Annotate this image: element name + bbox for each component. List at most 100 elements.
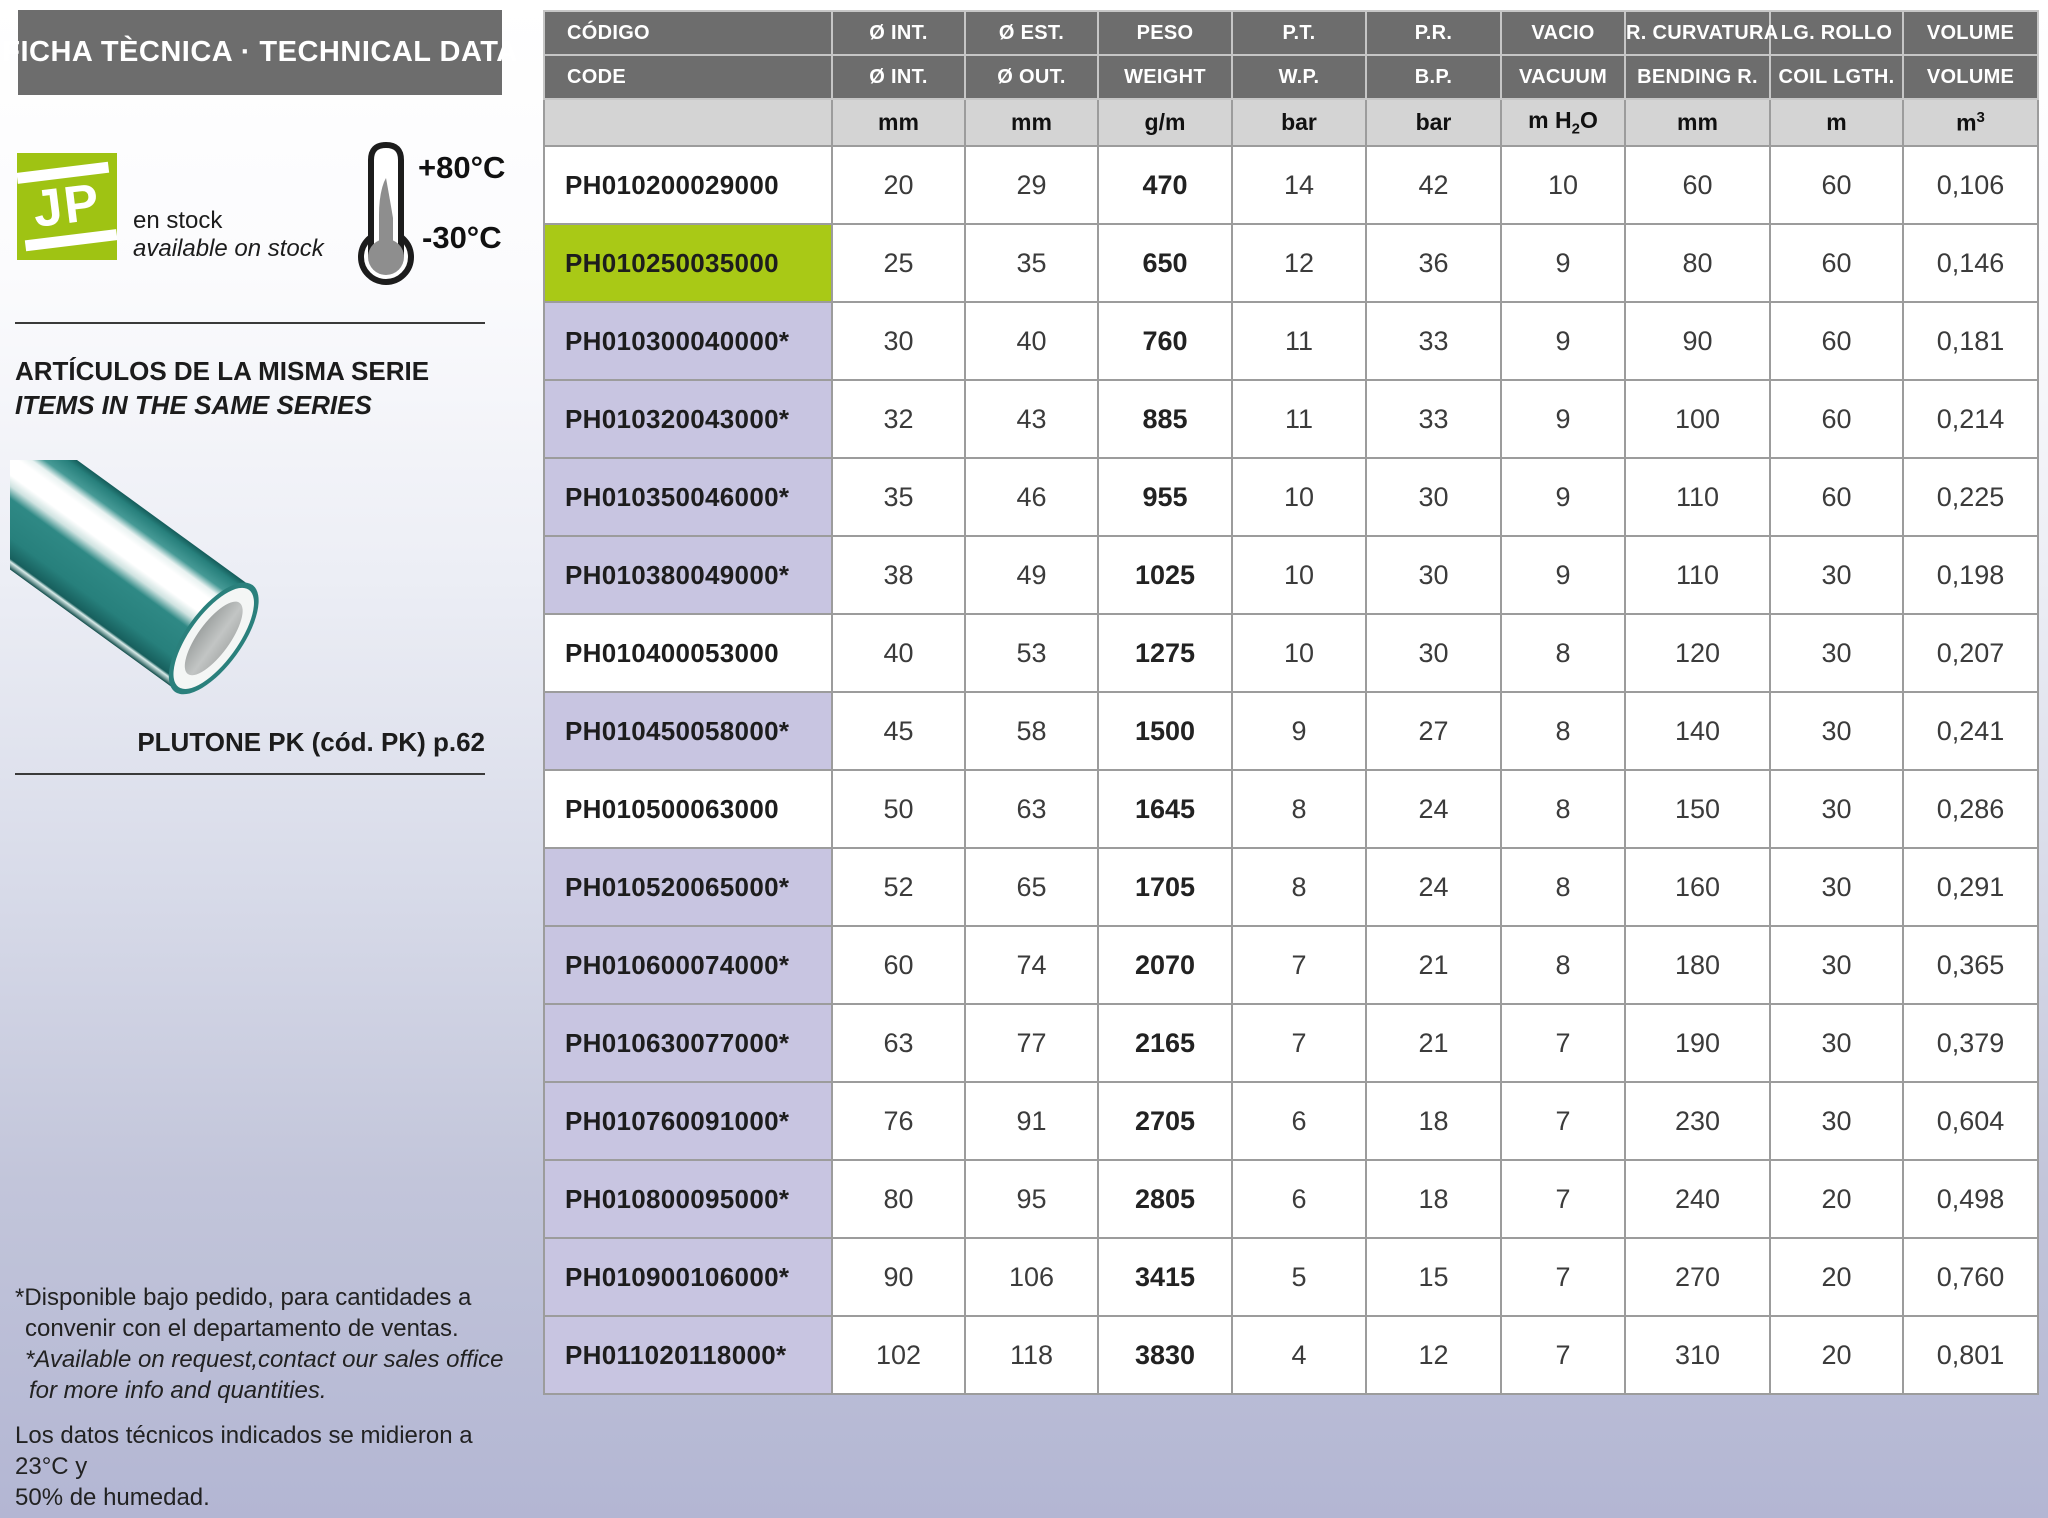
- header-cell: R. CURVATURA: [1625, 11, 1770, 55]
- value-cell: 38: [832, 536, 965, 614]
- value-cell: 60: [1770, 302, 1903, 380]
- value-cell: 30: [1366, 458, 1501, 536]
- temp-min-label: -30°C: [422, 220, 502, 256]
- header-cell: Ø OUT.: [965, 55, 1098, 99]
- header-cell: B.P.: [1366, 55, 1501, 99]
- value-cell: 53: [965, 614, 1098, 692]
- value-cell: 106: [965, 1238, 1098, 1316]
- value-cell: 6: [1232, 1082, 1366, 1160]
- table-row: PH010500063000506316458248150300,286: [544, 770, 2038, 848]
- units-row: mmmmg/mbarbarm H2Ommmm3: [544, 99, 2038, 146]
- value-cell: 7: [1232, 1004, 1366, 1082]
- table-row: PH010800095000*809528056187240200,498: [544, 1160, 2038, 1238]
- value-cell: 760: [1098, 302, 1232, 380]
- value-cell: 58: [965, 692, 1098, 770]
- units-cell: m H2O: [1501, 99, 1625, 146]
- value-cell: 0,106: [1903, 146, 2038, 224]
- units-cell: [544, 99, 832, 146]
- footnote-gap: [15, 1406, 515, 1420]
- value-cell: 90: [1625, 302, 1770, 380]
- footnote-request-es-line2: convenir con el departamento de ventas.: [15, 1313, 515, 1344]
- value-cell: 27: [1366, 692, 1501, 770]
- value-cell: 18: [1366, 1082, 1501, 1160]
- stock-availability-text: en stock available on stock: [133, 207, 324, 263]
- code-cell: PH010450058000*: [544, 692, 832, 770]
- divider-top: [15, 322, 485, 324]
- value-cell: 8: [1501, 848, 1625, 926]
- header-cell: VACUUM: [1501, 55, 1625, 99]
- header-cell: Ø EST.: [965, 11, 1098, 55]
- value-cell: 5: [1232, 1238, 1366, 1316]
- value-cell: 230: [1625, 1082, 1770, 1160]
- value-cell: 43: [965, 380, 1098, 458]
- value-cell: 42: [1366, 146, 1501, 224]
- units-cell: mm: [965, 99, 1098, 146]
- value-cell: 30: [1770, 770, 1903, 848]
- value-cell: 7: [1501, 1082, 1625, 1160]
- value-cell: 0,146: [1903, 224, 2038, 302]
- value-cell: 0,181: [1903, 302, 2038, 380]
- value-cell: 60: [1625, 146, 1770, 224]
- value-cell: 0,365: [1903, 926, 2038, 1004]
- value-cell: 30: [1770, 1082, 1903, 1160]
- value-cell: 9: [1501, 380, 1625, 458]
- value-cell: 0,207: [1903, 614, 2038, 692]
- value-cell: 24: [1366, 770, 1501, 848]
- value-cell: 8: [1501, 614, 1625, 692]
- value-cell: 49: [965, 536, 1098, 614]
- header-cell: Ø INT.: [832, 11, 965, 55]
- logo-letters: JP: [31, 179, 104, 235]
- jp-logo-inner: JP: [17, 153, 117, 260]
- data-table: CÓDIGOØ INT.Ø EST.PESOP.T.P.R.VACIOR. CU…: [543, 10, 2039, 1395]
- header-cell: Ø INT.: [832, 55, 965, 99]
- value-cell: 240: [1625, 1160, 1770, 1238]
- units-cell: mm: [832, 99, 965, 146]
- value-cell: 9: [1501, 302, 1625, 380]
- header-cell: BENDING R.: [1625, 55, 1770, 99]
- datasheet-page: FICHA TÈCNICA · TECHNICAL DATA JP en sto…: [0, 0, 2048, 1518]
- value-cell: 35: [832, 458, 965, 536]
- value-cell: 9: [1501, 224, 1625, 302]
- value-cell: 190: [1625, 1004, 1770, 1082]
- value-cell: 40: [965, 302, 1098, 380]
- value-cell: 25: [832, 224, 965, 302]
- value-cell: 0,498: [1903, 1160, 2038, 1238]
- value-cell: 80: [1625, 224, 1770, 302]
- value-cell: 80: [832, 1160, 965, 1238]
- value-cell: 30: [1770, 614, 1903, 692]
- value-cell: 8: [1232, 770, 1366, 848]
- value-cell: 4: [1232, 1316, 1366, 1394]
- stock-text-en: available on stock: [133, 235, 324, 263]
- value-cell: 63: [965, 770, 1098, 848]
- value-cell: 14: [1232, 146, 1366, 224]
- table-row: PH010630077000*637721657217190300,379: [544, 1004, 2038, 1082]
- value-cell: 1645: [1098, 770, 1232, 848]
- units-cell: g/m: [1098, 99, 1232, 146]
- value-cell: 29: [965, 146, 1098, 224]
- value-cell: 2805: [1098, 1160, 1232, 1238]
- value-cell: 0,225: [1903, 458, 2038, 536]
- value-cell: 33: [1366, 302, 1501, 380]
- table-row: PH010200029000202947014421060600,106: [544, 146, 2038, 224]
- code-cell: PH010760091000*: [544, 1082, 832, 1160]
- temp-max-label: +80°C: [418, 150, 505, 186]
- code-cell: PH010350046000*: [544, 458, 832, 536]
- value-cell: 46: [965, 458, 1098, 536]
- value-cell: 52: [832, 848, 965, 926]
- value-cell: 30: [1770, 692, 1903, 770]
- table-row: PH010300040000*30407601133990600,181: [544, 302, 2038, 380]
- value-cell: 60: [832, 926, 965, 1004]
- value-cell: 955: [1098, 458, 1232, 536]
- value-cell: 470: [1098, 146, 1232, 224]
- units-cell: bar: [1232, 99, 1366, 146]
- value-cell: 180: [1625, 926, 1770, 1004]
- table-header-row: CÓDIGOØ INT.Ø EST.PESOP.T.P.R.VACIOR. CU…: [544, 11, 2038, 55]
- value-cell: 7: [1501, 1004, 1625, 1082]
- table-row: PH010380049000*3849102510309110300,198: [544, 536, 2038, 614]
- value-cell: 36: [1366, 224, 1501, 302]
- value-cell: 7: [1501, 1238, 1625, 1316]
- header-cell: WEIGHT: [1098, 55, 1232, 99]
- value-cell: 20: [1770, 1316, 1903, 1394]
- value-cell: 60: [1770, 224, 1903, 302]
- code-cell: PH010600074000*: [544, 926, 832, 1004]
